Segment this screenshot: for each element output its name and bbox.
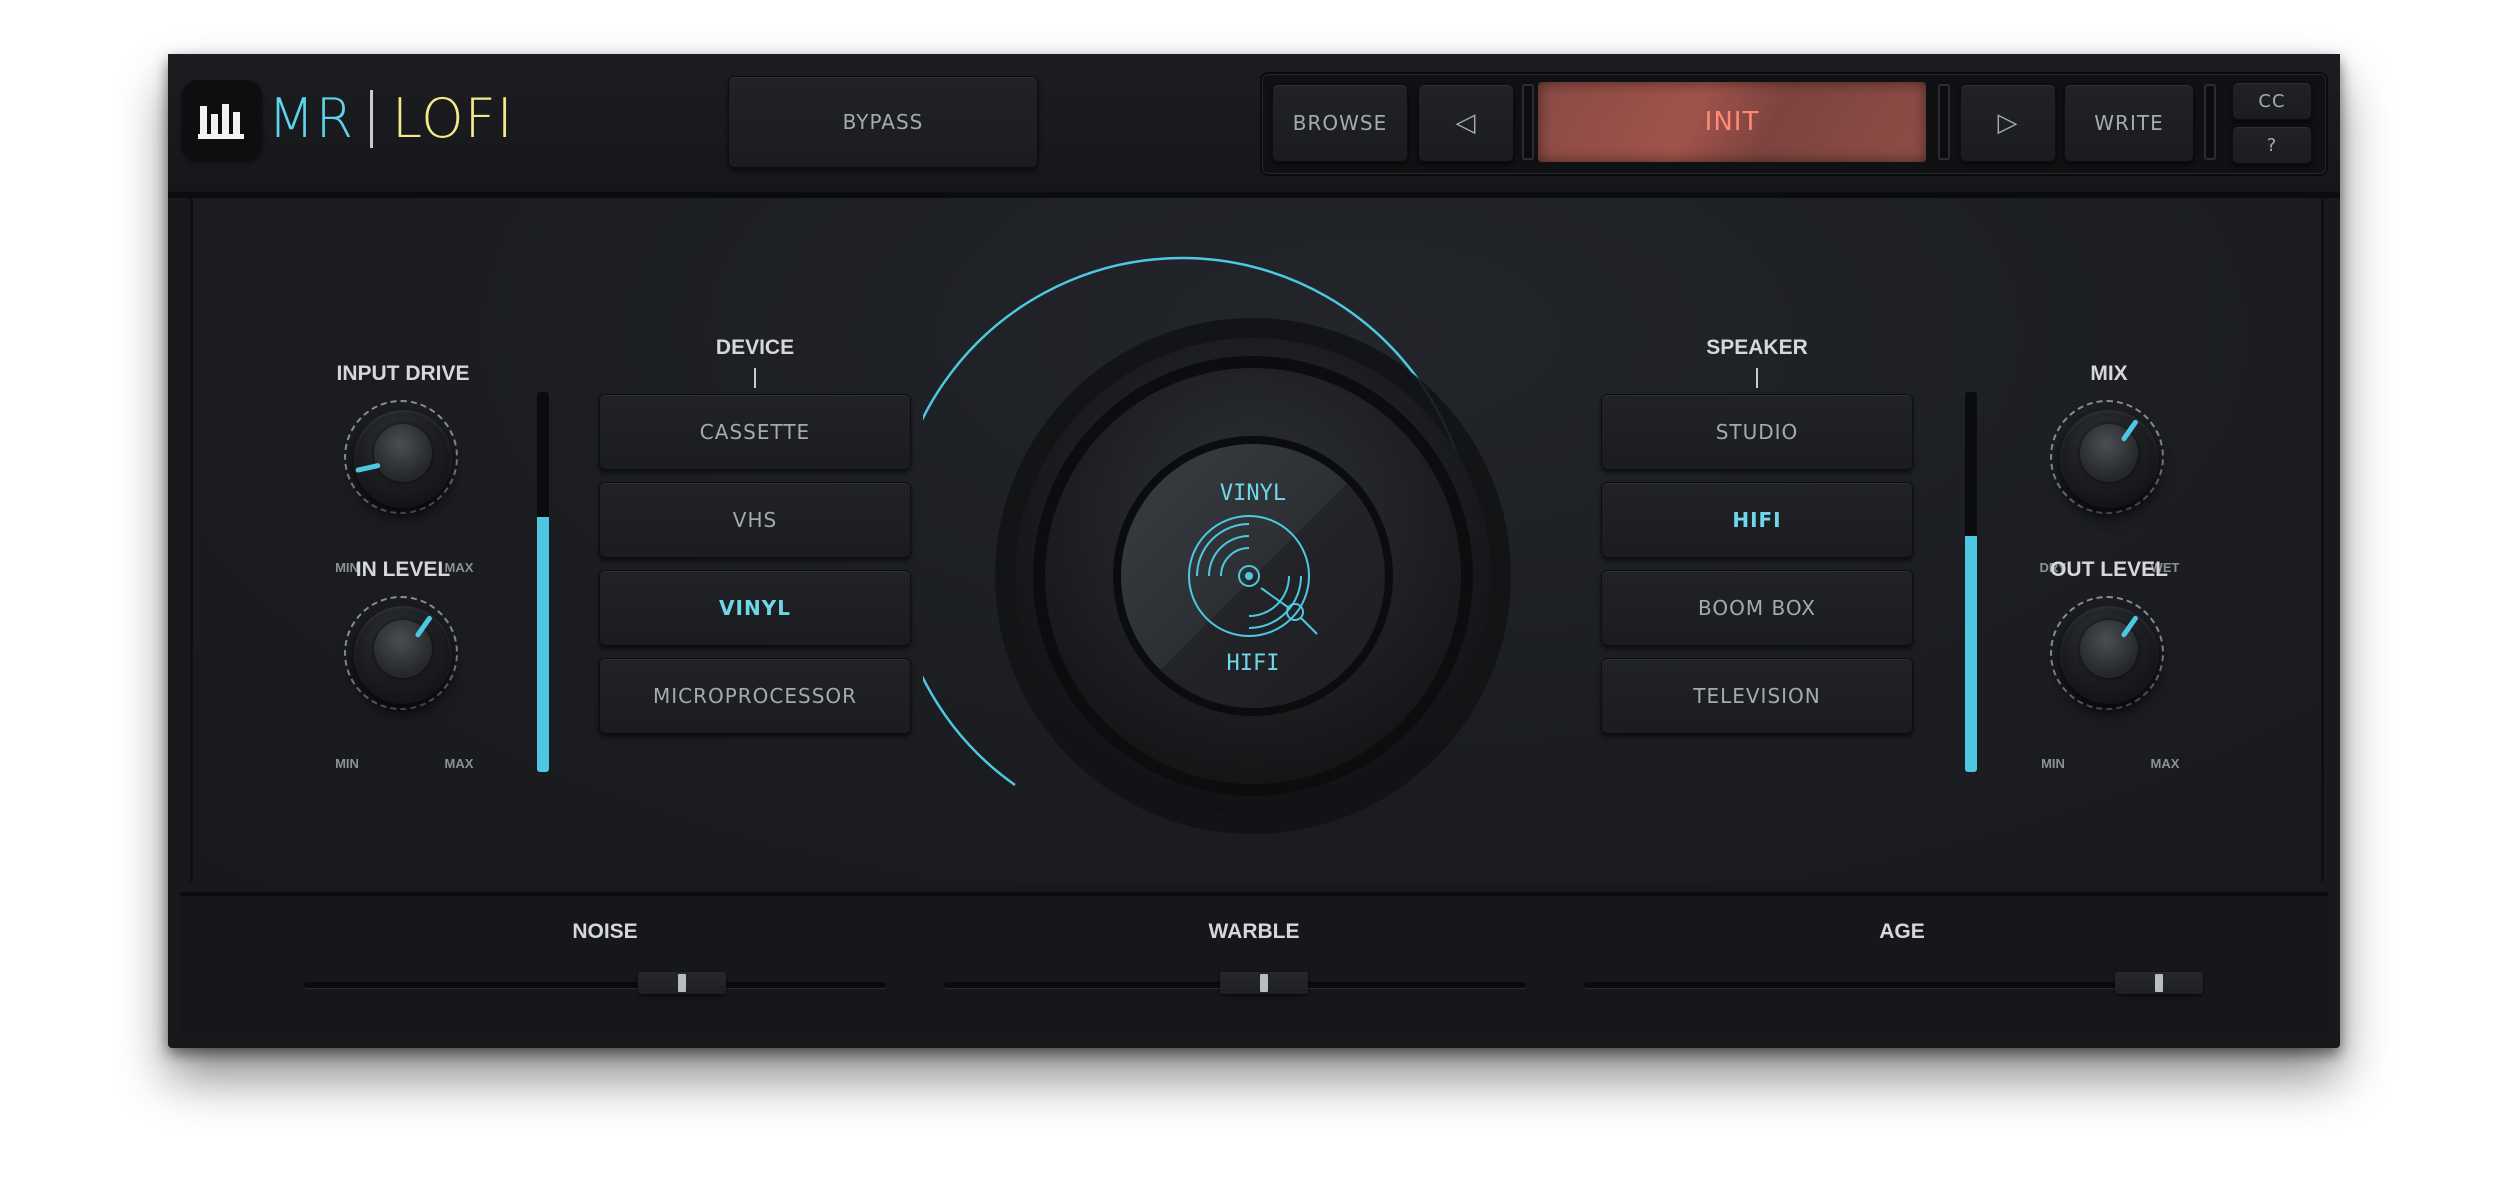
- in-level-label: IN LEVEL: [355, 558, 451, 581]
- device-label-tick: [754, 368, 756, 388]
- main-panel: INPUT DRIVE MIN MAX IN LEVEL MIN MAX DEV…: [190, 198, 2324, 882]
- cc-button[interactable]: CC: [2232, 82, 2312, 120]
- speaker-label-tick: [1756, 368, 1758, 388]
- device-option-vhs[interactable]: VHS: [599, 482, 911, 558]
- effects-slider-bar: NOISE WARBLE AGE: [180, 892, 2328, 1038]
- device-label: DEVICE: [715, 336, 795, 359]
- logo-badge: [182, 80, 262, 160]
- logo-lofi: LOFI: [392, 87, 514, 150]
- age-label: AGE: [1879, 920, 1925, 943]
- speaker-option-hifi[interactable]: HIFI: [1601, 482, 1913, 558]
- speaker-label: SPEAKER: [1706, 336, 1808, 359]
- output-level-meter-fill: [1965, 536, 1977, 772]
- warble-label: WARBLE: [1208, 920, 1300, 943]
- input-level-meter-fill: [537, 517, 549, 772]
- help-button[interactable]: ?: [2232, 126, 2312, 164]
- device-option-vinyl[interactable]: VINYL: [599, 570, 911, 646]
- mix-indicator: [2121, 419, 2138, 442]
- input-drive-label: INPUT DRIVE: [336, 362, 470, 385]
- age-slider-handle[interactable]: [2114, 972, 2203, 994]
- dial-device-text: VINYL: [1220, 481, 1286, 506]
- display-left-bracket: [1522, 84, 1534, 160]
- noise-label: NOISE: [572, 920, 638, 943]
- preset-name: INIT: [1704, 107, 1760, 137]
- input-drive-indicator: [355, 463, 381, 473]
- speaker-option-boom-box[interactable]: BOOM BOX: [1601, 570, 1913, 646]
- next-preset-button[interactable]: ▷: [1960, 84, 2056, 162]
- speaker-option-television[interactable]: TELEVISION: [1601, 658, 1913, 734]
- preset-display[interactable]: INIT: [1538, 82, 1926, 162]
- device-option-microprocessor[interactable]: MICROPROCESSOR: [599, 658, 911, 734]
- write-button[interactable]: WRITE: [2064, 84, 2194, 162]
- device-speaker-dial[interactable]: VINYL HIFI: [923, 238, 1523, 838]
- warble-slider-handle[interactable]: [1220, 972, 1309, 994]
- out-level-min: MIN: [2041, 756, 2065, 771]
- noise-slider[interactable]: [304, 972, 886, 994]
- warble-slider[interactable]: [944, 972, 1526, 994]
- noise-slider-handle[interactable]: [638, 972, 727, 994]
- in-level-knob[interactable]: [338, 590, 468, 720]
- logo-divider: [370, 90, 373, 148]
- output-level-meter: [1965, 392, 1977, 772]
- browse-button[interactable]: BROWSE: [1272, 84, 1408, 162]
- mr-lofi-plugin-window: MR LOFI BYPASS BROWSE ◁ INIT ▷ WRITE CC …: [168, 54, 2340, 1048]
- age-slider[interactable]: [1584, 972, 2203, 994]
- logo-mr: MR: [268, 87, 355, 150]
- out-level-indicator: [2121, 615, 2138, 638]
- device-option-cassette[interactable]: CASSETTE: [599, 394, 911, 470]
- right-bracket: [2204, 84, 2216, 160]
- input-drive-knob[interactable]: [338, 394, 468, 524]
- out-level-max: MAX: [2150, 756, 2180, 771]
- previous-preset-button[interactable]: ◁: [1418, 84, 1514, 162]
- in-level-min: MIN: [335, 756, 359, 771]
- header-bar: MR LOFI BYPASS BROWSE ◁ INIT ▷ WRITE CC …: [168, 54, 2340, 198]
- mix-label: MIX: [2090, 362, 2128, 385]
- bypass-button[interactable]: BYPASS: [728, 76, 1038, 168]
- dial-speaker-text: HIFI: [1227, 651, 1280, 676]
- display-right-bracket: [1938, 84, 1950, 160]
- piano-logo-icon: [198, 104, 244, 139]
- in-level-indicator: [415, 615, 432, 638]
- out-level-knob[interactable]: [2044, 590, 2174, 720]
- in-level-max: MAX: [444, 756, 474, 771]
- mix-knob[interactable]: [2044, 394, 2174, 524]
- out-level-label: OUT LEVEL: [2050, 558, 2168, 581]
- speaker-option-studio[interactable]: STUDIO: [1601, 394, 1913, 470]
- input-level-meter: [537, 392, 549, 772]
